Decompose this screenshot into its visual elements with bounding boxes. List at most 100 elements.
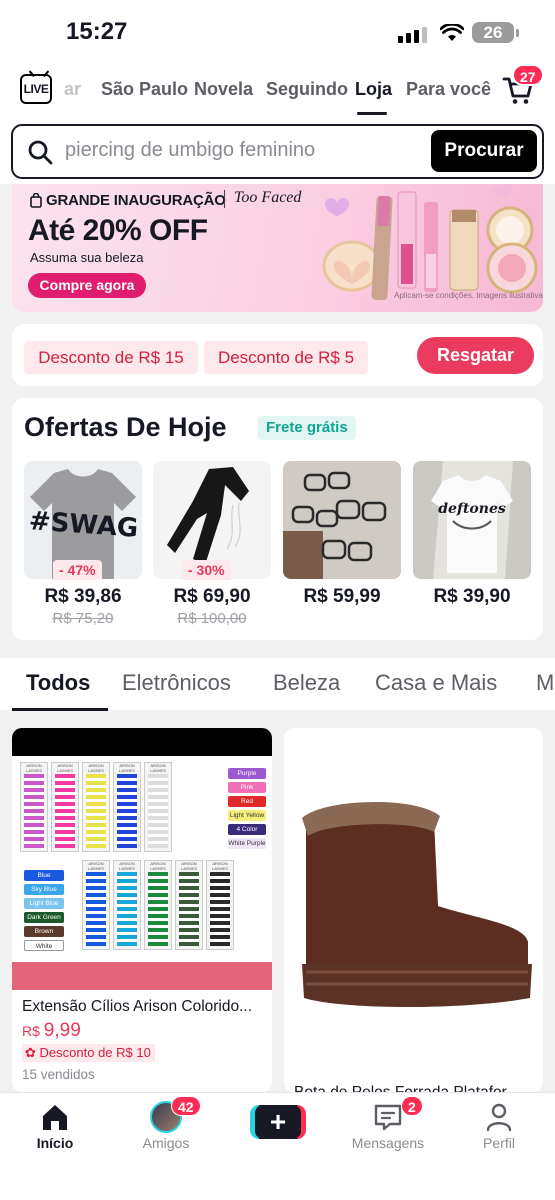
signal-icon xyxy=(398,27,427,43)
color-swatch: Sky Blue xyxy=(24,884,64,895)
search-input[interactable]: piercing de umbigo feminino Procurar xyxy=(11,124,544,179)
product-price: R$ 39,86 xyxy=(44,586,122,607)
offer-product-3[interactable]: R$ 59,99 xyxy=(283,461,401,607)
live-icon[interactable]: LIVE xyxy=(20,74,52,104)
banner-title: Até 20% OFF xyxy=(28,214,208,247)
lash-rows xyxy=(148,774,168,848)
product-image: deftones xyxy=(413,461,531,579)
create-button[interactable]: + xyxy=(250,1105,306,1139)
top-nav: LIVE ar São Paulo Novela Seguindo Loja P… xyxy=(0,62,555,120)
active-tab-indicator xyxy=(357,112,387,115)
coupon-card: Desconto de R$ 15 Desconto de R$ 5 Resga… xyxy=(12,324,543,386)
coupon-15[interactable]: Desconto de R$ 15 xyxy=(24,341,198,374)
wifi-icon xyxy=(440,24,464,41)
profile-icon xyxy=(486,1103,512,1132)
lash-rows xyxy=(210,872,230,946)
tab-ar[interactable]: ar xyxy=(64,79,81,100)
product-price: R$ 39,90 xyxy=(433,586,511,607)
category-more[interactable]: M xyxy=(536,670,554,696)
currency: R$ xyxy=(22,1023,40,1039)
product-price: R$ 9,99 xyxy=(22,1020,81,1042)
offers-title: Ofertas De Hoje xyxy=(24,412,227,442)
lash-rows xyxy=(86,872,106,946)
svg-text:deftones: deftones xyxy=(438,501,506,517)
coupon-icon: ✿ xyxy=(25,1045,36,1060)
color-swatch: Dark Green xyxy=(24,912,64,923)
product-price: R$ 69,90 xyxy=(173,586,251,607)
category-tabs: Todos Eletrônicos Beleza Casa e Mais M xyxy=(0,658,555,711)
shop-bag-icon xyxy=(30,193,42,208)
messages-icon xyxy=(374,1104,402,1131)
offer-product-4[interactable]: deftones R$ 39,90 xyxy=(413,461,531,607)
nav-label: Perfil xyxy=(483,1135,515,1151)
product-image xyxy=(283,461,401,579)
lash-rows xyxy=(179,872,199,946)
search-icon xyxy=(28,140,53,165)
lash-rows xyxy=(55,774,75,848)
coupon-5[interactable]: Desconto de R$ 5 xyxy=(204,341,368,374)
tab-para-voce[interactable]: Para você xyxy=(406,79,491,100)
svg-text:#SWAG: #SWAG xyxy=(28,506,139,544)
lash-rows xyxy=(86,774,106,848)
color-swatch: Brown xyxy=(24,926,64,937)
coupon-tag: ✿ Desconto de R$ 10 xyxy=(22,1044,155,1062)
sold-count: 15 vendidos xyxy=(22,1067,95,1082)
promo-banner[interactable]: GRANDE INAUGURAÇÃO Too Faced Até 20% OFF… xyxy=(12,184,543,312)
bottom-nav: Início Amigos 42 + Mensagens 2 Perfil xyxy=(0,1092,555,1200)
nav-label: Mensagens xyxy=(351,1135,425,1151)
tray-brand: ARISON LASHES xyxy=(181,861,197,871)
category-casa-e-mais[interactable]: Casa e Mais xyxy=(375,670,497,696)
graphic-tshirt-image: deftones xyxy=(413,461,531,579)
tray-brand: ARISON LASHES xyxy=(26,763,42,773)
product-original-price: R$ 75,20 xyxy=(52,610,114,627)
color-swatch: White xyxy=(24,940,64,951)
feed-product-1[interactable]: ARISON LASHES ARISON LASHES ARISON LASHES A… xyxy=(12,728,272,1092)
color-swatch: Light Yellow xyxy=(228,810,266,821)
banner-headline: GRANDE INAUGURAÇÃO xyxy=(46,192,226,209)
banner-subtitle: Assuma sua beleza xyxy=(30,250,144,265)
product-title: Extensão Cílios Arison Colorido... xyxy=(22,998,253,1015)
daily-offers-card: Ofertas De Hoje Frete grátis #SWAG - 47%… xyxy=(12,398,543,640)
coupon-label: Desconto de R$ 10 xyxy=(39,1045,151,1060)
color-swatch: Purple xyxy=(228,768,266,779)
messages-badge: 2 xyxy=(401,1096,423,1116)
search-button[interactable]: Procurar xyxy=(431,130,537,172)
color-swatch: Light Blue xyxy=(24,898,64,909)
category-todos[interactable]: Todos xyxy=(26,670,90,696)
tray-brand: ARISON LASHES xyxy=(119,861,135,871)
discount-badge: - 47% xyxy=(53,560,102,580)
feed-product-2[interactable]: Bota de Pelos Forrada Platafor... xyxy=(284,728,543,1092)
battery-level: 26 xyxy=(472,22,514,43)
color-swatch: Blue xyxy=(24,870,64,881)
product-original-price: R$ 100,00 xyxy=(177,610,247,627)
tab-loja[interactable]: Loja xyxy=(355,79,392,100)
search-query: piercing de umbigo feminino xyxy=(65,139,316,161)
color-swatch: Red xyxy=(228,796,266,807)
category-beleza[interactable]: Beleza xyxy=(273,670,340,696)
status-time: 15:27 xyxy=(66,18,128,45)
home-icon xyxy=(43,1105,67,1130)
free-shipping-badge: Frete grátis xyxy=(258,416,356,440)
offer-product-2[interactable]: - 30% R$ 69,90 R$ 100,00 xyxy=(153,461,271,627)
shop-now-button[interactable]: Compre agora xyxy=(28,273,146,298)
tab-seguindo[interactable]: Seguindo xyxy=(266,79,348,100)
color-swatch: Pink xyxy=(228,782,266,793)
search-bar: piercing de umbigo feminino Procurar xyxy=(0,120,555,184)
glasses-image xyxy=(283,461,401,579)
tray-brand: ARISON LASHES xyxy=(119,763,135,773)
redeem-button[interactable]: Resgatar xyxy=(417,337,534,374)
category-eletronicos[interactable]: Eletrônicos xyxy=(122,670,231,696)
tray-brand: ARISON LASHES xyxy=(150,861,166,871)
boot-image xyxy=(284,728,543,1092)
tab-sao-paulo[interactable]: São Paulo xyxy=(101,79,188,100)
status-bar: 15:27 26 xyxy=(0,0,555,62)
nav-label: Início xyxy=(36,1135,74,1151)
lash-rows xyxy=(148,872,168,946)
tab-novela[interactable]: Novela xyxy=(194,79,253,100)
color-swatch: 4 Color xyxy=(228,824,266,835)
discount-badge: - 30% xyxy=(182,560,231,580)
offer-product-1[interactable]: #SWAG - 47% R$ 39,86 R$ 75,20 xyxy=(24,461,142,627)
tray-brand: ARISON LASHES xyxy=(88,763,104,773)
plus-icon: + xyxy=(255,1105,301,1139)
product-title: Bota de Pelos Forrada Platafor... xyxy=(294,1084,519,1092)
